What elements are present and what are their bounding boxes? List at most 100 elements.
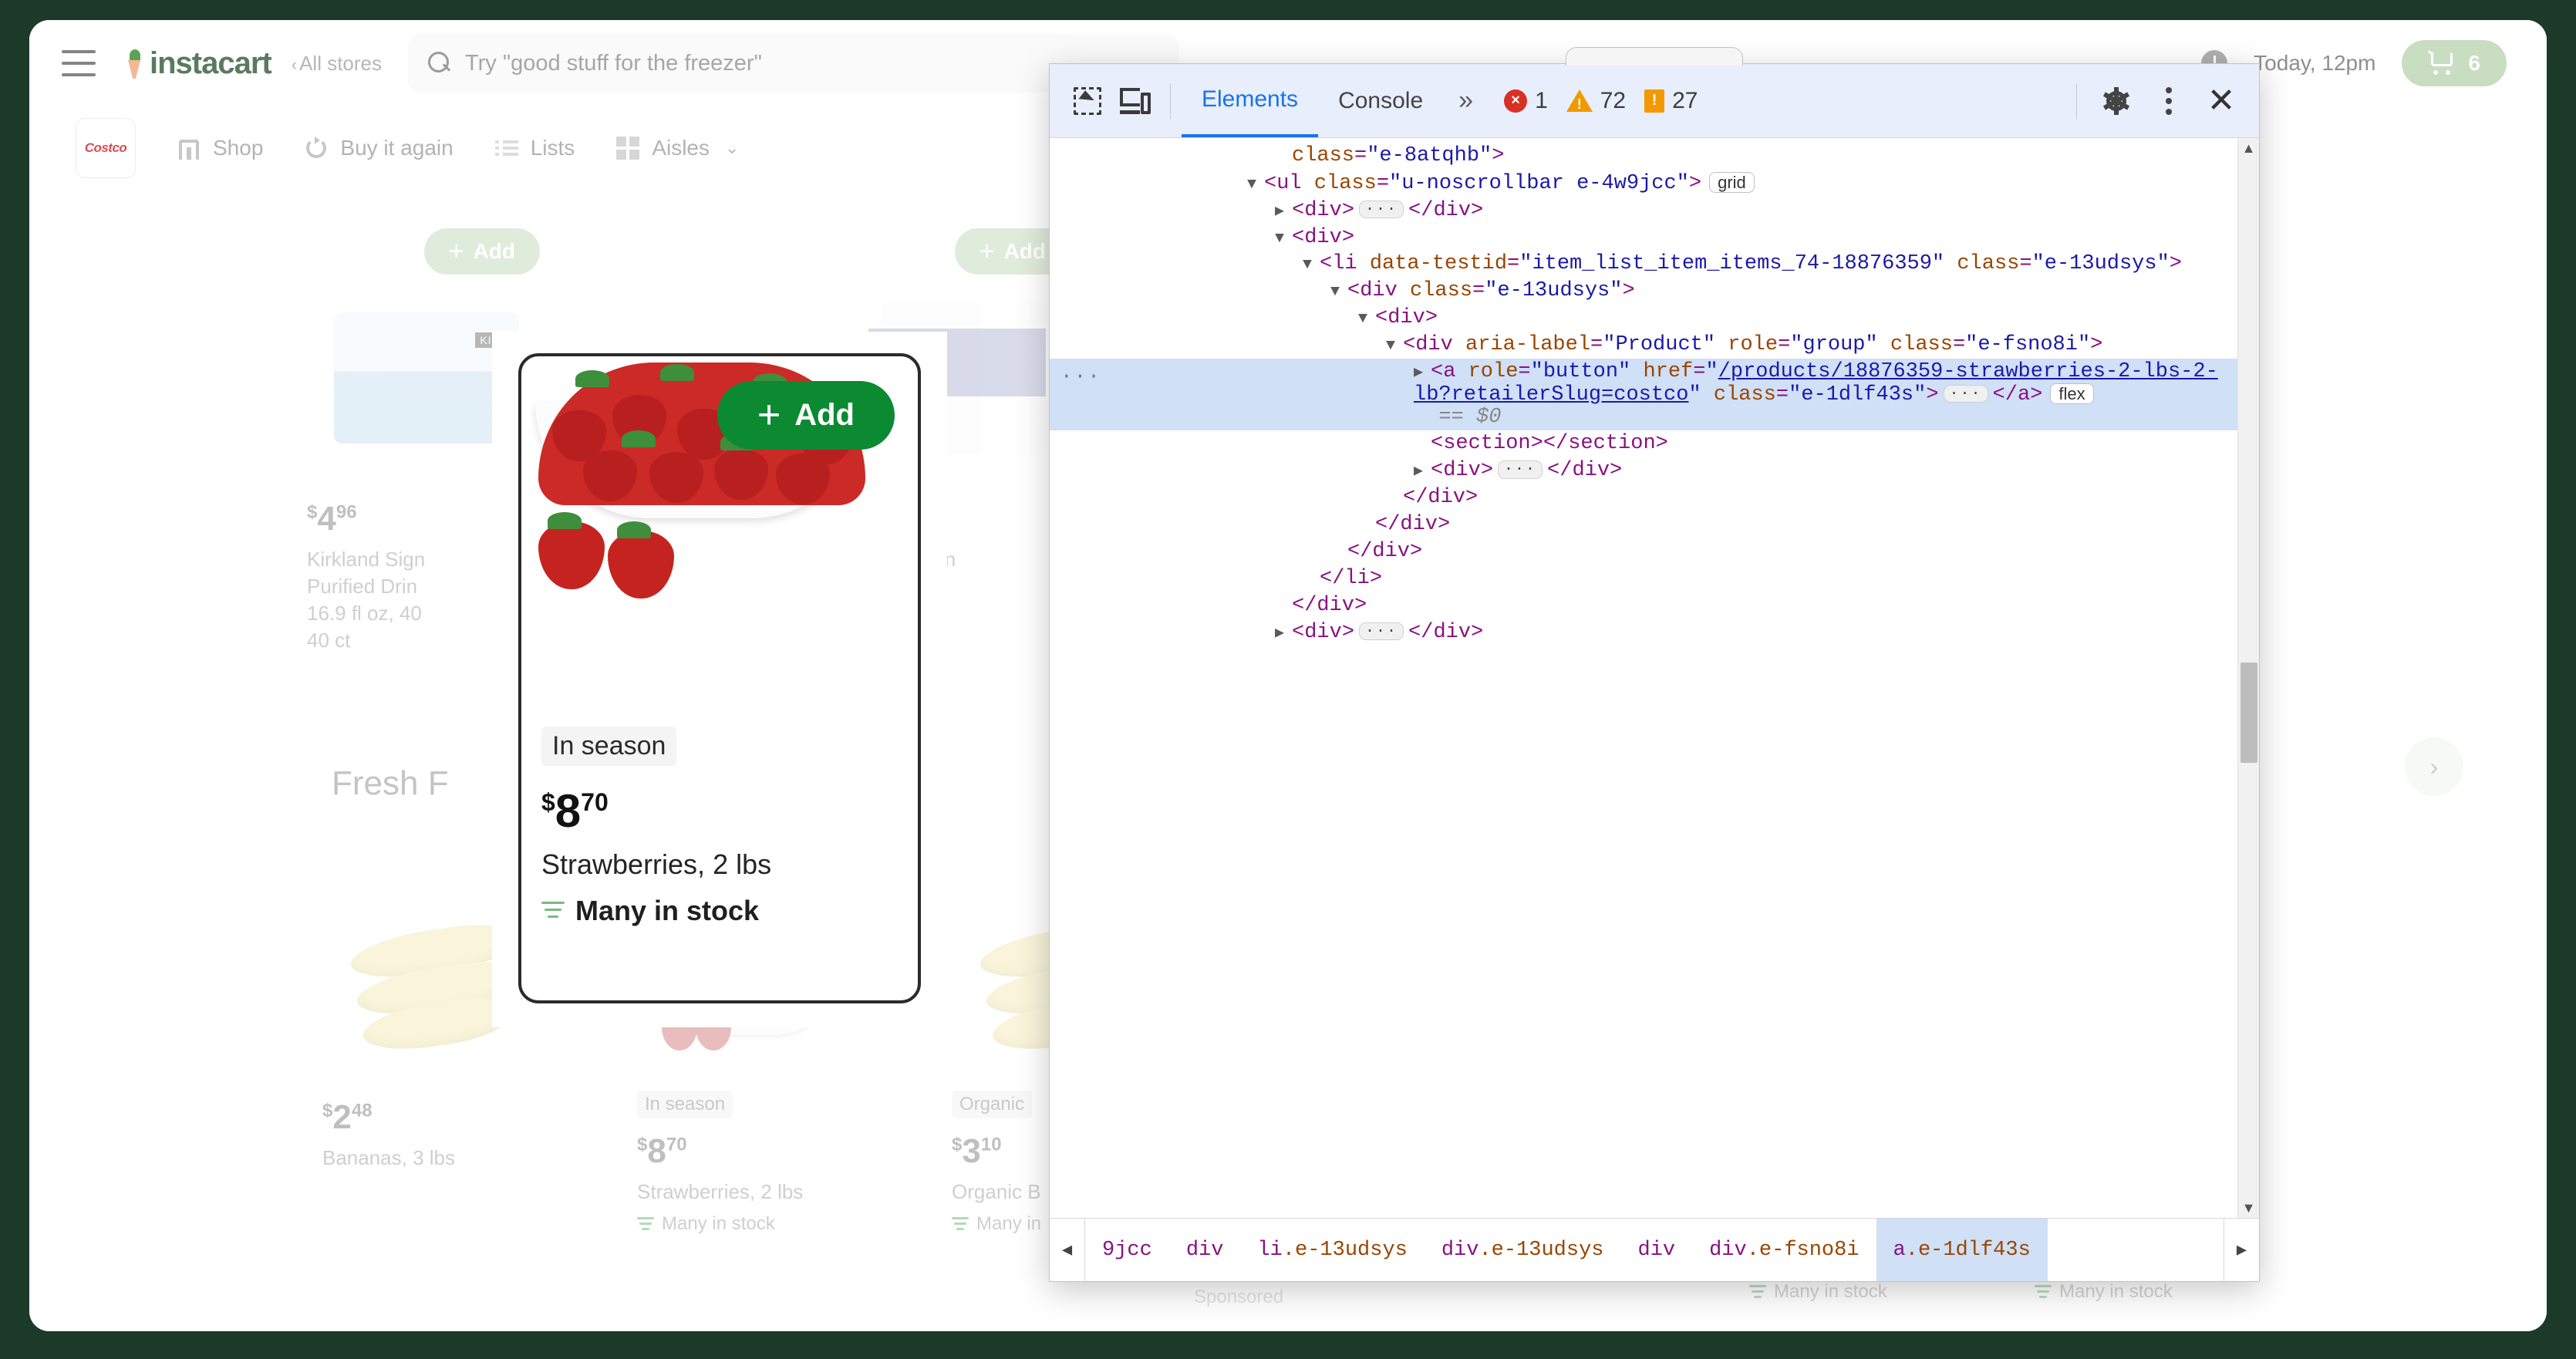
instacart-logo[interactable]: instacart xyxy=(123,46,272,81)
price-currency: $ xyxy=(637,1134,648,1155)
product-badge: In season xyxy=(637,1091,733,1118)
gear-icon[interactable] xyxy=(2092,77,2140,125)
breadcrumb-forward-button[interactable]: ▶ xyxy=(2224,1219,2259,1281)
dom-tree-line[interactable]: <div aria-label="Product" role="group" c… xyxy=(1050,332,2237,359)
add-label: Add xyxy=(1003,239,1046,263)
carousel-next-button[interactable]: › xyxy=(2405,737,2463,796)
dom-tree-line[interactable]: <ul class="u-noscrollbar e-4w9jcc">grid xyxy=(1050,170,2237,197)
price-whole: 4 xyxy=(317,500,336,538)
devtools-elements-panel: class="e-8atqhb"><ul class="u-noscrollba… xyxy=(1050,138,2259,1218)
stock-level-icon xyxy=(2035,1285,2052,1299)
product-price: $870 xyxy=(637,1132,876,1171)
breadcrumb-item[interactable]: 9jcc xyxy=(1085,1219,1169,1281)
dom-tree-line[interactable]: </li> xyxy=(1050,565,2237,592)
dom-tree-line[interactable]: class="e-8atqhb"> xyxy=(1050,143,2237,170)
cart-button[interactable]: 6 xyxy=(2402,40,2507,86)
scrollbar-thumb[interactable] xyxy=(2241,663,2257,763)
stock-level-icon xyxy=(637,1217,654,1231)
price-currency: $ xyxy=(541,788,555,816)
kebab-menu-icon[interactable] xyxy=(2145,77,2193,125)
dom-tree-line[interactable]: </div> xyxy=(1050,538,2237,565)
close-icon[interactable]: ✕ xyxy=(2197,77,2245,125)
product-price: $248 xyxy=(322,1098,561,1137)
product-stock: Many in stock xyxy=(1749,1281,1887,1303)
expand-triangle[interactable] xyxy=(1275,231,1292,247)
expand-triangle[interactable] xyxy=(1386,338,1403,354)
dom-tree-line[interactable]: <div class="e-13udsys"> xyxy=(1050,278,2237,305)
info-icon: ! xyxy=(1644,89,1665,113)
price-cents: 10 xyxy=(980,1134,1002,1155)
product-stock: Many in stock xyxy=(637,1213,876,1235)
dom-tree-scrollbar[interactable]: ▲ ▼ xyxy=(2237,138,2259,1218)
dom-tree-line[interactable]: </div> xyxy=(1050,511,2237,538)
inspect-element-icon[interactable] xyxy=(1064,77,1111,125)
tab-console-label: Console xyxy=(1338,87,1424,113)
dom-tree-line[interactable]: </div> xyxy=(1050,592,2237,619)
price-whole: 8 xyxy=(647,1132,666,1170)
scroll-up-arrow[interactable]: ▲ xyxy=(2238,138,2259,158)
expand-triangle[interactable] xyxy=(1414,365,1431,381)
add-button-large[interactable]: + Add xyxy=(716,381,895,450)
store-logo-costco[interactable]: Costco xyxy=(76,118,136,178)
error-counter[interactable]: × 1 xyxy=(1504,88,1548,114)
info-counter[interactable]: ! 27 xyxy=(1644,88,1698,114)
add-button[interactable]: + Add xyxy=(423,228,540,275)
breadcrumb-item[interactable]: div .e-fsno8i xyxy=(1692,1219,1876,1281)
breadcrumb-list: 9jcc div li .e-13udsys div .e-13udsys div div .e… xyxy=(1085,1219,2224,1281)
dom-tree-line[interactable]: <section></section> xyxy=(1050,430,2237,457)
warning-counter[interactable]: 72 xyxy=(1566,88,1626,114)
expand-triangle[interactable] xyxy=(1358,311,1375,327)
dom-tree-line[interactable]: <div> xyxy=(1050,224,2237,251)
tab-elements[interactable]: Elements xyxy=(1182,65,1319,137)
stock-label: Many in xyxy=(976,1213,1042,1235)
nav-item-buy-it-again[interactable]: Buy it again xyxy=(305,136,453,160)
hover-product-title: Strawberries, 2 lbs xyxy=(541,848,772,880)
expand-triangle[interactable] xyxy=(1330,284,1347,300)
scroll-down-arrow[interactable]: ▼ xyxy=(2238,1198,2259,1218)
dom-tree-line[interactable]: <div> xyxy=(1050,305,2237,332)
breadcrumb-item[interactable]: a .e-1dlf43s xyxy=(1876,1219,2048,1281)
all-stores-link[interactable]: ‹ All stores xyxy=(292,52,382,76)
dom-tree[interactable]: class="e-8atqhb"><ul class="u-noscrollba… xyxy=(1050,138,2237,1218)
product-title: Bananas, 3 lbs xyxy=(322,1146,456,1169)
delivery-time-label[interactable]: Today, 12pm xyxy=(2254,51,2375,76)
more-tabs-button[interactable]: » xyxy=(1443,86,1489,116)
devtools-notch xyxy=(1566,47,1743,66)
breadcrumb-item[interactable]: li .e-13udsys xyxy=(1240,1219,1424,1281)
search-placeholder: Try "good stuff for the freezer" xyxy=(465,50,762,76)
breadcrumb-item[interactable]: div .e-13udsys xyxy=(1425,1219,1621,1281)
dom-tree-line[interactable]: <li data-testid="item_list_item_items_74… xyxy=(1050,251,2237,278)
product-hover-card[interactable]: + Add In season $870 Strawberries, 2 lbs… xyxy=(518,353,921,1003)
stock-label: Many in stock xyxy=(662,1213,775,1235)
dom-tree-line[interactable]: </div> xyxy=(1050,484,2237,511)
list-icon xyxy=(494,137,518,160)
nav-item-shop[interactable]: Shop xyxy=(177,136,263,160)
dom-tree-line[interactable]: <div>···</div> xyxy=(1050,197,2237,224)
nav-item-aisles[interactable]: Aisles ⌄ xyxy=(616,136,739,160)
device-toolbar-icon[interactable] xyxy=(1111,77,1159,125)
nav-item-lists[interactable]: Lists xyxy=(494,136,575,160)
breadcrumb-item[interactable]: div xyxy=(1621,1219,1693,1281)
price-cents: 96 xyxy=(335,501,357,523)
nav-label-buy-it-again: Buy it again xyxy=(340,136,453,160)
expand-triangle[interactable] xyxy=(1303,257,1320,273)
expand-triangle[interactable] xyxy=(1247,177,1264,193)
expand-triangle[interactable] xyxy=(1275,204,1292,220)
expand-triangle[interactable] xyxy=(1414,464,1431,480)
price-cents: 70 xyxy=(581,788,609,816)
breadcrumb-back-button[interactable]: ◀ xyxy=(1050,1219,1085,1281)
expand-triangle[interactable] xyxy=(1275,626,1292,642)
dom-tree-line[interactable]: ···<a role="button" href="/products/1887… xyxy=(1050,358,2237,431)
stock-level-icon xyxy=(541,902,565,920)
dom-tree-line[interactable]: <div>···</div> xyxy=(1050,619,2237,646)
tab-console[interactable]: Console xyxy=(1318,65,1443,137)
price-currency: $ xyxy=(952,1134,963,1155)
price-whole: 2 xyxy=(332,1098,352,1136)
issue-counters: × 1 72 ! 27 xyxy=(1504,88,1708,114)
hamburger-menu-icon[interactable] xyxy=(62,50,96,76)
stock-label: Many in stock xyxy=(2059,1281,2173,1302)
dom-tree-line[interactable]: <div>···</div> xyxy=(1050,457,2237,484)
breadcrumb-item[interactable]: div xyxy=(1169,1219,1241,1281)
all-stores-label: All stores xyxy=(299,51,382,75)
devtools-toolbar: Elements Console » × 1 72 ! xyxy=(1050,64,2259,138)
